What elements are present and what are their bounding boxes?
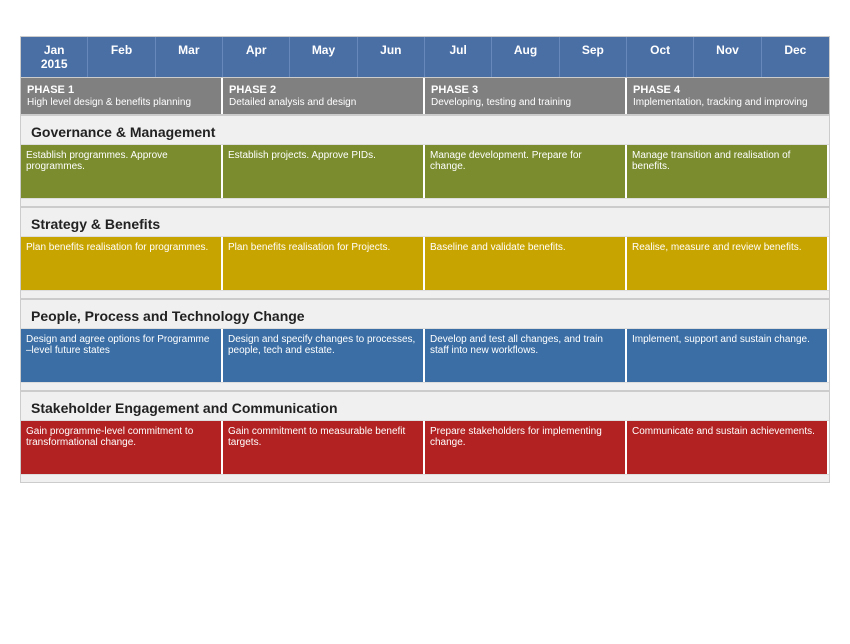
activity-block-s2-a3: Implement, support and sustain change.: [627, 329, 829, 382]
activity-row-2: Design and agree options for Programme –…: [21, 328, 829, 382]
activity-block-s1-a0: Plan benefits realisation for programmes…: [21, 237, 223, 290]
section-header-0: Governance & Management: [21, 114, 829, 144]
month-header-9: Oct: [627, 37, 694, 77]
phase-subtitle-2: Detailed analysis and design: [229, 97, 417, 108]
section-title-2: People, Process and Technology Change: [21, 300, 829, 328]
phase-block-1: PHASE 1High level design & benefits plan…: [21, 78, 223, 114]
month-header-11: Dec: [762, 37, 829, 77]
activity-block-s0-a1: Establish projects. Approve PIDs.: [223, 145, 425, 198]
section-title-1: Strategy & Benefits: [21, 208, 829, 236]
phase-title-1: PHASE 1: [27, 84, 215, 96]
month-header-4: May: [290, 37, 357, 77]
month-header-8: Sep: [560, 37, 627, 77]
roadmap-container: Jan 2015FebMarAprMayJunJulAugSepOctNovDe…: [20, 36, 830, 483]
section-header-2: People, Process and Technology Change: [21, 298, 829, 328]
activity-block-s2-a2: Develop and test all changes, and train …: [425, 329, 627, 382]
section-title-3: Stakeholder Engagement and Communication: [21, 392, 829, 420]
activity-block-s3-a2: Prepare stakeholders for implementing ch…: [425, 421, 627, 474]
month-header-1: Feb: [88, 37, 155, 77]
activity-block-s0-a2: Manage development. Prepare for change.: [425, 145, 627, 198]
activity-block-s3-a1: Gain commitment to measurable benefit ta…: [223, 421, 425, 474]
spacer-1: [21, 290, 829, 298]
month-header-6: Jul: [425, 37, 492, 77]
month-header-7: Aug: [492, 37, 559, 77]
activity-block-s3-a0: Gain programme-level commitment to trans…: [21, 421, 223, 474]
spacer-3: [21, 474, 829, 482]
spacer-2: [21, 382, 829, 390]
activity-block-s2-a1: Design and specify changes to processes,…: [223, 329, 425, 382]
phase-row: PHASE 1High level design & benefits plan…: [21, 77, 829, 114]
activity-row-3: Gain programme-level commitment to trans…: [21, 420, 829, 474]
phase-subtitle-3: Developing, testing and training: [431, 97, 619, 108]
activity-row-1: Plan benefits realisation for programmes…: [21, 236, 829, 290]
activity-block-s1-a2: Baseline and validate benefits.: [425, 237, 627, 290]
activity-block-s0-a0: Establish programmes. Approve programmes…: [21, 145, 223, 198]
month-header-5: Jun: [358, 37, 425, 77]
activity-block-s1-a3: Realise, measure and review benefits.: [627, 237, 829, 290]
month-header-2: Mar: [156, 37, 223, 77]
phase-block-3: PHASE 3Developing, testing and training: [425, 78, 627, 114]
phase-title-2: PHASE 2: [229, 84, 417, 96]
activity-block-s3-a3: Communicate and sustain achievements.: [627, 421, 829, 474]
month-header-0: Jan 2015: [21, 37, 88, 77]
month-header-row: Jan 2015FebMarAprMayJunJulAugSepOctNovDe…: [21, 37, 829, 77]
phase-subtitle-1: High level design & benefits planning: [27, 97, 215, 108]
section-title-0: Governance & Management: [21, 116, 829, 144]
section-header-3: Stakeholder Engagement and Communication: [21, 390, 829, 420]
phase-block-4: PHASE 4Implementation, tracking and impr…: [627, 78, 829, 114]
activity-block-s2-a0: Design and agree options for Programme –…: [21, 329, 223, 382]
activity-block-s0-a3: Manage transition and realisation of ben…: [627, 145, 829, 198]
phase-subtitle-4: Implementation, tracking and improving: [633, 97, 823, 108]
phase-title-4: PHASE 4: [633, 84, 823, 96]
phase-title-3: PHASE 3: [431, 84, 619, 96]
activity-row-0: Establish programmes. Approve programmes…: [21, 144, 829, 198]
spacer-0: [21, 198, 829, 206]
activity-block-s1-a1: Plan benefits realisation for Projects.: [223, 237, 425, 290]
phase-block-2: PHASE 2Detailed analysis and design: [223, 78, 425, 114]
month-header-10: Nov: [694, 37, 761, 77]
month-header-3: Apr: [223, 37, 290, 77]
section-header-1: Strategy & Benefits: [21, 206, 829, 236]
